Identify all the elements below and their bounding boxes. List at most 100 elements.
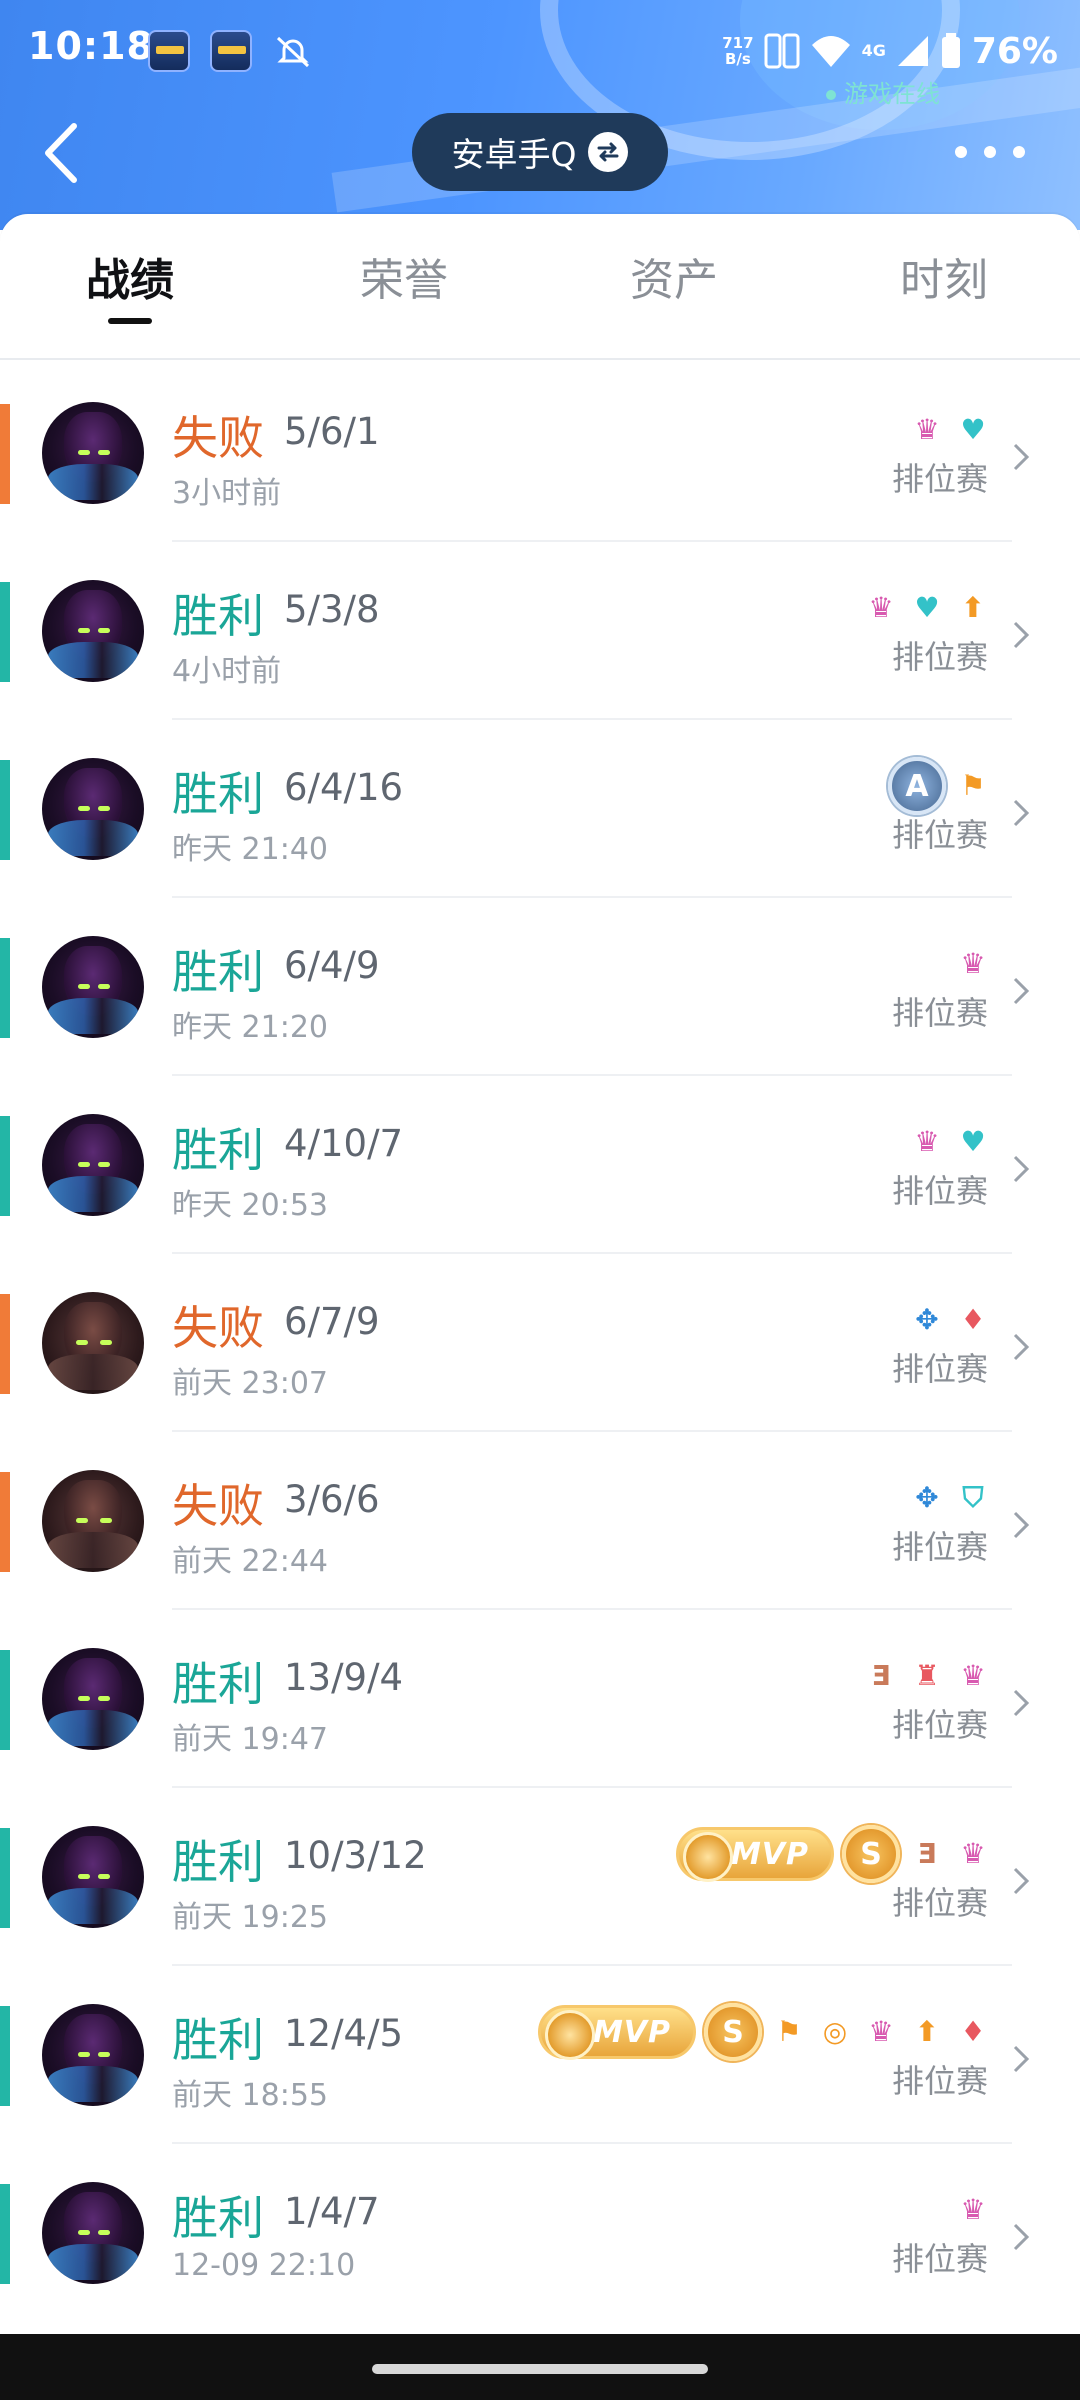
wings-icon: ✥: [915, 1303, 939, 1336]
match-badges: ♛ ♥ ⬆: [862, 578, 992, 638]
result-indicator: [0, 404, 10, 504]
demon-icon: ♛: [960, 2193, 986, 2226]
match-mode: 排位赛: [891, 2240, 988, 2278]
chevron-right-icon: [1013, 977, 1030, 1005]
heart-plus-icon: ♥: [914, 591, 940, 624]
back-button[interactable]: [40, 120, 84, 186]
online-status: 游戏在线: [826, 74, 940, 109]
match-time: 4小时前: [172, 654, 282, 689]
chevron-right-icon: [1013, 799, 1030, 827]
coin-up-icon: ⬆: [915, 2015, 939, 2048]
match-kda: 4/10/7: [284, 1122, 404, 1165]
more-options-button[interactable]: [955, 140, 1025, 164]
hero-avatar: [42, 1292, 144, 1394]
tab-label: 资产: [630, 255, 718, 306]
blood-drop-icon: ♦: [960, 1303, 986, 1336]
notifications-off-icon: [276, 36, 310, 68]
shield-icon: ⛉: [962, 1481, 984, 1514]
rank-s-badge: S: [704, 2003, 762, 2061]
tab-label: 战绩: [86, 255, 174, 306]
net-speed: 717 B/s: [722, 34, 754, 68]
demon-icon: ♛: [960, 1659, 986, 1692]
tower-icon: ♜: [914, 1659, 940, 1692]
match-row[interactable]: 胜利 12/4/5 前天 18:55 MVP S ⚑ ◎ ♛ ⬆ ♦ 排位赛: [0, 1966, 1080, 2144]
match-row[interactable]: 失败 6/7/9 前天 23:07 ✥ ♦ 排位赛: [0, 1254, 1080, 1432]
mvp-badge: MVP: [537, 2005, 696, 2060]
demon-icon: ♛: [868, 591, 894, 624]
system-nav-bar: [0, 2334, 1080, 2400]
account-label: 安卓手Q: [451, 135, 577, 174]
match-kda: 3/6/6: [284, 1478, 380, 1521]
rank-a-badge: A: [888, 757, 946, 815]
match-time: 前天 19:47: [172, 1722, 328, 1757]
match-time: 昨天 21:20: [172, 1010, 328, 1045]
match-row[interactable]: 胜利 5/3/8 4小时前 ♛ ♥ ⬆ 排位赛: [0, 542, 1080, 720]
dot-icon: [984, 146, 996, 158]
hero-avatar: [42, 1114, 144, 1216]
chevron-right-icon: [1013, 2223, 1030, 2251]
tab-assets[interactable]: 资产: [630, 244, 718, 308]
coins-icon: ◎: [822, 2015, 848, 2048]
result-indicator: [0, 1116, 10, 1216]
match-mode: 排位赛: [891, 1884, 988, 1922]
match-row[interactable]: 胜利 6/4/9 昨天 21:20 ♛ 排位赛: [0, 898, 1080, 1076]
tab-label: 荣誉: [360, 255, 448, 306]
tab-label: 时刻: [900, 255, 988, 306]
wings-icon: ✥: [915, 1481, 939, 1514]
match-row[interactable]: 胜利 6/4/16 昨天 21:40 A ⚑ 排位赛: [0, 720, 1080, 898]
sim-icon: [764, 33, 800, 69]
tab-indicator: [108, 318, 152, 324]
match-row[interactable]: 胜利 13/9/4 前天 19:47 Ǝ ♜ ♛ 排位赛: [0, 1610, 1080, 1788]
wifi-icon: [811, 36, 850, 67]
chevron-right-icon: [1013, 1333, 1030, 1361]
account-switcher[interactable]: 安卓手Q: [412, 113, 668, 191]
match-row[interactable]: 胜利 4/10/7 昨天 20:53 ♛ ♥ 排位赛: [0, 1076, 1080, 1254]
match-row[interactable]: 失败 3/6/6 前天 22:44 ✥ ⛉ 排位赛: [0, 1432, 1080, 1610]
chevron-right-icon: [1013, 1155, 1030, 1183]
hero-avatar: [42, 2004, 144, 2106]
tab-moments[interactable]: 时刻: [900, 244, 988, 308]
match-kda: 5/6/1: [284, 410, 380, 453]
tab-honor[interactable]: 荣誉: [360, 244, 448, 308]
match-result: 失败: [172, 1479, 264, 1533]
mvp-badge: MVP: [675, 1827, 834, 1882]
match-kda: 6/4/9: [284, 944, 380, 987]
blood-drop-icon: ♦: [960, 2015, 986, 2048]
tab-record[interactable]: 战绩: [86, 244, 174, 324]
match-badges: ♛: [954, 2180, 992, 2240]
match-time: 前天 23:07: [172, 1366, 328, 1401]
result-indicator: [0, 582, 10, 682]
match-mode: 排位赛: [891, 1172, 988, 1210]
demon-icon: ♛: [914, 1125, 940, 1158]
match-result: 失败: [172, 411, 264, 465]
match-row[interactable]: 失败 5/6/1 3小时前 ♛ ♥ 排位赛: [0, 364, 1080, 542]
match-badges: MVP S Ǝ ♛: [675, 1824, 992, 1884]
home-gesture-handle[interactable]: [372, 2364, 708, 2374]
notification-app-icon: [148, 30, 190, 72]
status-time: 10:18: [28, 24, 154, 68]
notification-app-icon: [210, 30, 252, 72]
swap-icon: [588, 132, 629, 172]
result-indicator: [0, 760, 10, 860]
hero-avatar: [42, 1826, 144, 1928]
match-row[interactable]: 胜利 10/3/12 前天 19:25 MVP S Ǝ ♛ 排位赛: [0, 1788, 1080, 1966]
tab-bar: 战绩 荣誉 资产 时刻: [0, 214, 1080, 360]
demon-icon: ♛: [960, 1837, 986, 1870]
battery-percent: 76%: [971, 30, 1058, 72]
match-badges: ♛: [954, 934, 992, 994]
hero-avatar: [42, 1470, 144, 1572]
flag-icon: ⚑: [960, 769, 986, 802]
network-type: 4G: [861, 41, 886, 60]
match-kda: 1/4/7: [284, 2190, 380, 2233]
header: 10:18 717 B/s 4G 76% 游戏在线 安卓手Q: [0, 0, 1080, 230]
result-indicator: [0, 1472, 10, 1572]
match-row[interactable]: 胜利 1/4/7 12-09 22:10 ♛ 排位赛: [0, 2144, 1080, 2322]
match-result: 胜利: [172, 767, 264, 821]
dot-icon: [955, 146, 967, 158]
match-mode: 排位赛: [891, 1528, 988, 1566]
match-mode: 排位赛: [891, 638, 988, 676]
coin-up-icon: ⬆: [961, 591, 985, 624]
match-mode: 排位赛: [891, 1706, 988, 1744]
chevron-right-icon: [1013, 1511, 1030, 1539]
match-kda: 6/4/16: [284, 766, 404, 809]
